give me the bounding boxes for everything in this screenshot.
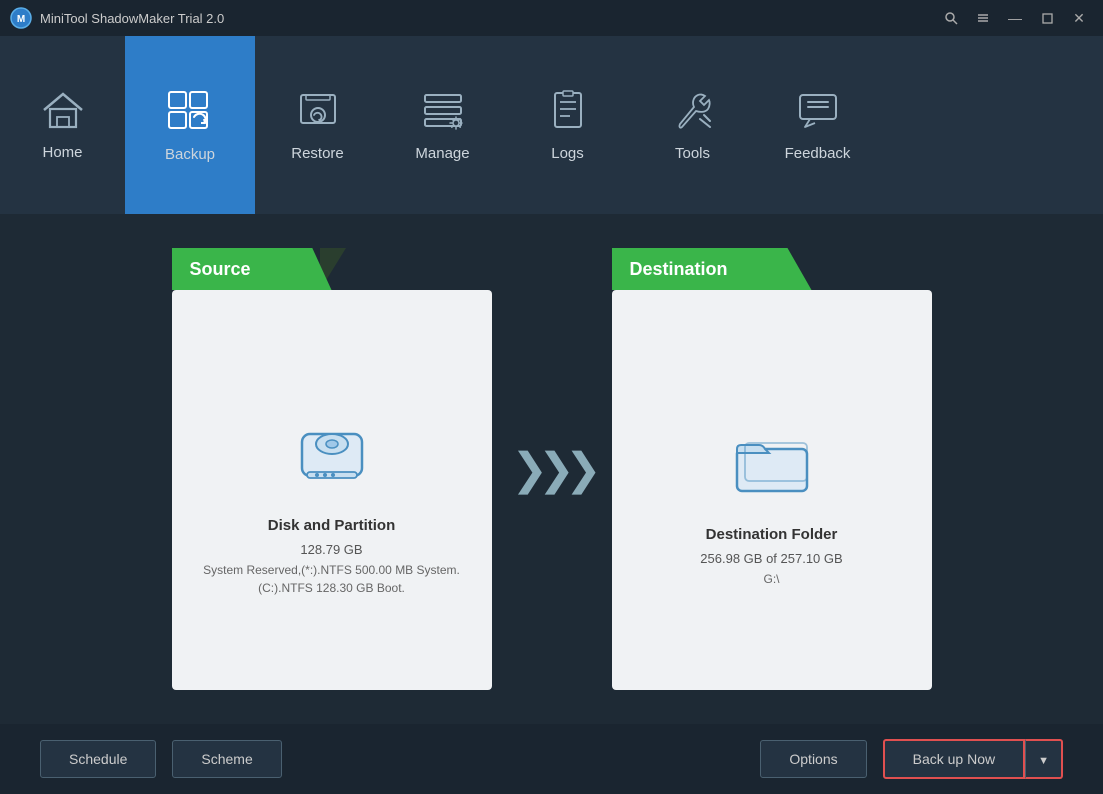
- forward-arrows-icon: ❯❯❯: [511, 444, 592, 495]
- menu-button[interactable]: [969, 8, 997, 28]
- title-bar-controls: — ✕: [937, 8, 1093, 28]
- source-header-text: Source: [190, 259, 251, 280]
- nav-label-backup: Backup: [165, 146, 215, 163]
- nav-label-manage: Manage: [415, 145, 469, 162]
- backup-now-dropdown-button[interactable]: ▼: [1025, 739, 1063, 779]
- home-icon: [40, 90, 86, 136]
- options-button[interactable]: Options: [760, 740, 866, 778]
- search-icon: [944, 11, 958, 25]
- nav-label-feedback: Feedback: [785, 145, 851, 162]
- app-logo-icon: M: [10, 7, 32, 29]
- close-button[interactable]: ✕: [1065, 8, 1093, 28]
- nav-label-restore: Restore: [291, 145, 344, 162]
- source-card-body[interactable]: Disk and Partition 128.79 GB System Rese…: [172, 290, 492, 690]
- nav-label-logs: Logs: [551, 145, 584, 162]
- destination-card-wrapper: Destination Destination Folder 256.98 GB…: [612, 248, 932, 690]
- destination-card-body[interactable]: Destination Folder 256.98 GB of 257.10 G…: [612, 290, 932, 690]
- nav-item-backup[interactable]: Backup: [125, 36, 255, 214]
- destination-title: Destination Folder: [706, 526, 838, 543]
- arrow-area: ❯❯❯: [492, 444, 612, 495]
- search-button[interactable]: [937, 8, 965, 28]
- nav-item-restore[interactable]: Restore: [255, 36, 380, 214]
- nav-item-feedback[interactable]: Feedback: [755, 36, 880, 214]
- app-title: MiniTool ShadowMaker Trial 2.0: [40, 11, 224, 26]
- maximize-icon: [1042, 13, 1053, 24]
- destination-folder-icon: [727, 423, 817, 508]
- bottom-left-buttons: Schedule Scheme: [40, 740, 282, 778]
- source-detail: System Reserved,(*:).NTFS 500.00 MB Syst…: [203, 561, 460, 597]
- tools-icon: [670, 89, 716, 137]
- nav-label-tools: Tools: [675, 145, 710, 162]
- title-bar: M MiniTool ShadowMaker Trial 2.0 — ✕: [0, 0, 1103, 36]
- maximize-button[interactable]: [1033, 8, 1061, 28]
- source-title: Disk and Partition: [268, 517, 396, 534]
- destination-header-text: Destination: [630, 259, 728, 280]
- backup-area: Source: [40, 244, 1063, 694]
- bottom-bar: Schedule Scheme Options Back up Now ▼: [0, 724, 1103, 794]
- scheme-button[interactable]: Scheme: [172, 740, 281, 778]
- backup-now-button[interactable]: Back up Now: [883, 739, 1025, 779]
- destination-size: 256.98 GB of 257.10 GB: [700, 551, 842, 566]
- main-content: Source: [0, 214, 1103, 724]
- backup-icon: [164, 88, 216, 138]
- source-size: 128.79 GB: [300, 542, 362, 557]
- nav-label-home: Home: [42, 144, 82, 161]
- source-disk-icon: [287, 414, 377, 499]
- logs-icon: [545, 89, 591, 137]
- source-card-wrapper: Source: [172, 248, 492, 690]
- title-bar-left: M MiniTool ShadowMaker Trial 2.0: [10, 7, 224, 29]
- nav-bar: Home Backup: [0, 36, 1103, 214]
- nav-item-manage[interactable]: Manage: [380, 36, 505, 214]
- destination-path: G:\: [763, 570, 779, 588]
- dropdown-arrow-icon: ▼: [1038, 755, 1049, 767]
- nav-item-tools[interactable]: Tools: [630, 36, 755, 214]
- minimize-button[interactable]: —: [1001, 8, 1029, 28]
- svg-text:M: M: [17, 14, 25, 25]
- nav-item-logs[interactable]: Logs: [505, 36, 630, 214]
- feedback-icon: [795, 89, 841, 137]
- schedule-button[interactable]: Schedule: [40, 740, 156, 778]
- manage-icon: [420, 89, 466, 137]
- nav-item-home[interactable]: Home: [0, 36, 125, 214]
- restore-icon: [295, 89, 341, 137]
- menu-icon: [976, 11, 990, 25]
- bottom-right-buttons: Options Back up Now ▼: [760, 739, 1063, 779]
